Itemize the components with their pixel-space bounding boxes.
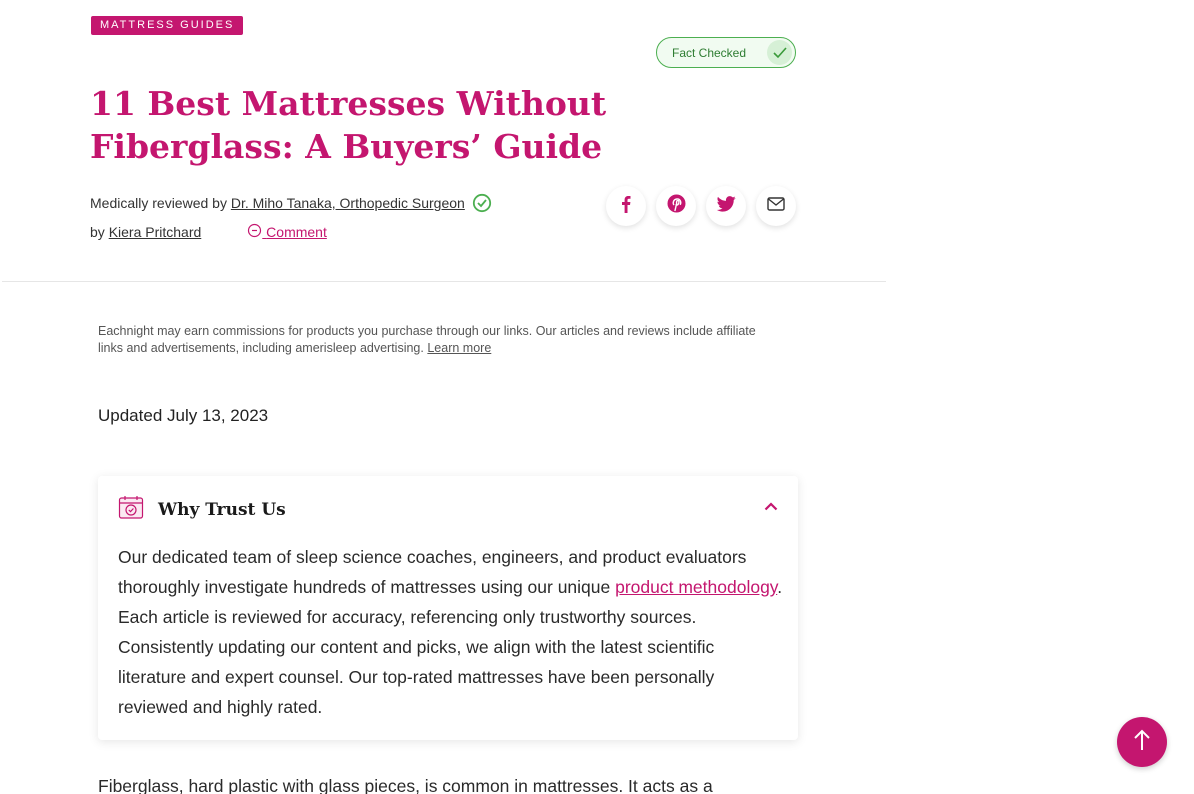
header-divider bbox=[2, 281, 886, 282]
fact-checked-badge: Fact Checked bbox=[656, 37, 796, 68]
arrow-up-icon bbox=[1133, 729, 1151, 756]
comment-link[interactable]: Comment bbox=[247, 223, 327, 241]
chevron-up-icon[interactable] bbox=[764, 498, 778, 516]
trust-body-after: . Each article is reviewed for accuracy,… bbox=[118, 577, 783, 717]
updated-date: Updated July 13, 2023 bbox=[98, 406, 269, 425]
facebook-icon bbox=[621, 195, 631, 218]
calendar-check-icon bbox=[118, 494, 144, 525]
share-buttons bbox=[606, 186, 796, 226]
comment-label: Comment bbox=[266, 224, 327, 240]
author-link[interactable]: Kiera Pritchard bbox=[109, 224, 202, 240]
comment-icon bbox=[247, 223, 262, 241]
twitter-icon bbox=[716, 195, 736, 217]
share-facebook-button[interactable] bbox=[606, 186, 646, 226]
trust-title: Why Trust Us bbox=[158, 499, 286, 520]
why-trust-us-panel: Why Trust Us Our dedicated team of sleep… bbox=[98, 476, 798, 740]
by-prefix: by bbox=[90, 224, 105, 240]
category-badge[interactable]: MATTRESS GUIDES bbox=[91, 16, 244, 35]
intro-paragraph: Fiberglass, hard plastic with glass piec… bbox=[98, 776, 713, 794]
learn-more-link[interactable]: Learn more bbox=[427, 341, 491, 355]
reviewed-prefix: Medically reviewed by bbox=[90, 195, 227, 211]
share-pinterest-button[interactable] bbox=[656, 186, 696, 226]
verified-check-icon bbox=[472, 193, 492, 213]
reviewer-line: Medically reviewed by Dr. Miho Tanaka, O… bbox=[90, 193, 492, 213]
fact-checked-label: Fact Checked bbox=[672, 45, 747, 60]
share-twitter-button[interactable] bbox=[706, 186, 746, 226]
check-icon bbox=[767, 40, 792, 65]
reviewer-link[interactable]: Dr. Miho Tanaka, Orthopedic Surgeon bbox=[231, 195, 465, 211]
trust-header[interactable]: Why Trust Us bbox=[118, 494, 286, 525]
affiliate-disclosure: Eachnight may earn commissions for produ… bbox=[98, 323, 778, 357]
product-methodology-link[interactable]: product methodology bbox=[615, 577, 777, 597]
page-title: 11 Best Mattresses Without Fiberglass: A… bbox=[90, 84, 607, 166]
back-to-top-button[interactable] bbox=[1117, 717, 1167, 767]
share-email-button[interactable] bbox=[756, 186, 796, 226]
trust-body: Our dedicated team of sleep science coac… bbox=[118, 542, 783, 722]
pinterest-icon bbox=[667, 194, 686, 218]
email-icon bbox=[767, 196, 785, 216]
author-line: by Kiera Pritchard Comment bbox=[90, 223, 327, 241]
